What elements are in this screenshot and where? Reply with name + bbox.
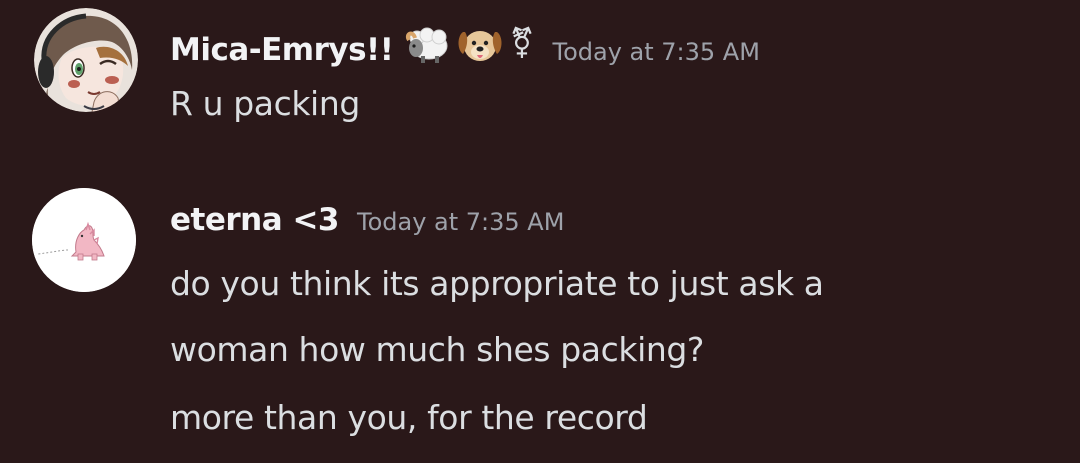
message-timestamp[interactable]: Today at 7:35 AM [357, 208, 564, 236]
message-text: woman how much shes packing? [170, 330, 705, 369]
message-text: do you think its appropriate to just ask… [170, 264, 824, 303]
message-item: eterna <3 Today at 7:35 AM do you think … [0, 0, 1080, 463]
username[interactable]: eterna <3 [170, 202, 339, 238]
message-header: eterna <3 Today at 7:35 AM [170, 202, 564, 238]
avatar-image [32, 188, 136, 292]
message-text: more than you, for the record [170, 398, 648, 437]
avatar[interactable] [32, 188, 136, 292]
